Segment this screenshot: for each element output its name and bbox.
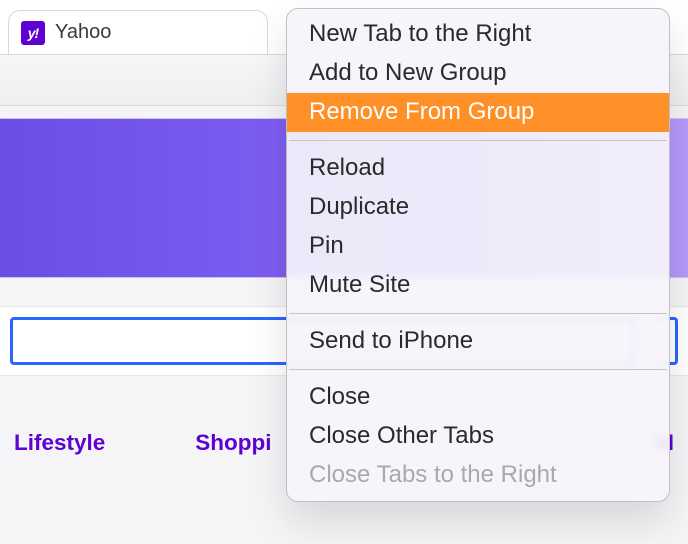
menu-close-tabs-right: Close Tabs to the Right [287, 456, 669, 495]
menu-separator [289, 313, 667, 314]
browser-tab[interactable]: y! Yahoo [8, 10, 268, 54]
tab-context-menu: New Tab to the Right Add to New Group Re… [286, 8, 670, 502]
menu-remove-from-group[interactable]: Remove From Group [287, 93, 669, 132]
tab-title: Yahoo [55, 21, 111, 44]
menu-close[interactable]: Close [287, 378, 669, 417]
menu-add-to-new-group[interactable]: Add to New Group [287, 54, 669, 93]
menu-close-other-tabs[interactable]: Close Other Tabs [287, 417, 669, 456]
menu-separator [289, 140, 667, 141]
menu-reload[interactable]: Reload [287, 149, 669, 188]
nav-link-lifestyle[interactable]: Lifestyle [14, 430, 105, 456]
menu-pin[interactable]: Pin [287, 227, 669, 266]
menu-new-tab-right[interactable]: New Tab to the Right [287, 15, 669, 54]
menu-separator [289, 369, 667, 370]
menu-duplicate[interactable]: Duplicate [287, 188, 669, 227]
nav-link-shopping[interactable]: Shoppi [195, 430, 271, 456]
menu-mute-site[interactable]: Mute Site [287, 266, 669, 305]
yahoo-favicon: y! [21, 21, 45, 45]
menu-send-to-iphone[interactable]: Send to iPhone [287, 322, 669, 361]
